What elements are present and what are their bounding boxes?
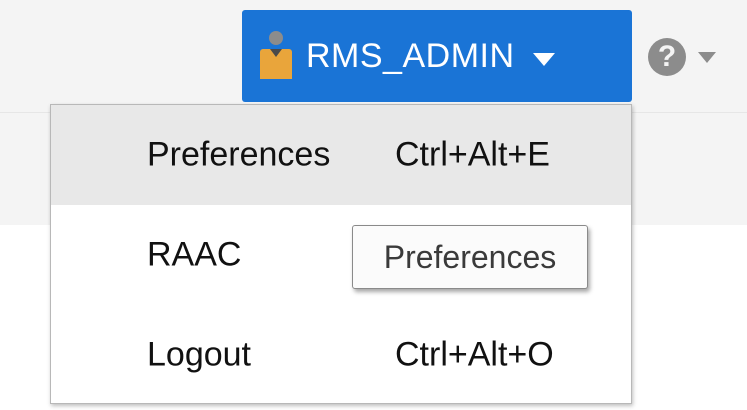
chevron-down-icon xyxy=(698,51,716,63)
menu-item-logout[interactable]: Logout Ctrl+Alt+O xyxy=(51,305,631,405)
help-menu-button[interactable]: ? xyxy=(648,38,716,76)
user-menu-button[interactable]: RMS_ADMIN xyxy=(242,10,632,102)
tooltip: Preferences xyxy=(352,225,588,289)
help-icon: ? xyxy=(648,38,686,76)
menu-item-shortcut: Ctrl+Alt+E xyxy=(395,135,550,174)
user-name-label: RMS_ADMIN xyxy=(306,36,515,75)
menu-item-preferences[interactable]: Preferences Ctrl+Alt+E xyxy=(51,105,631,205)
user-icon xyxy=(260,31,292,81)
chevron-down-icon xyxy=(532,52,555,66)
menu-item-label: Logout xyxy=(147,335,251,374)
menu-item-label: RAAC xyxy=(147,235,242,274)
menu-item-label: Preferences xyxy=(147,135,331,174)
menu-item-shortcut: Ctrl+Alt+O xyxy=(395,335,554,374)
